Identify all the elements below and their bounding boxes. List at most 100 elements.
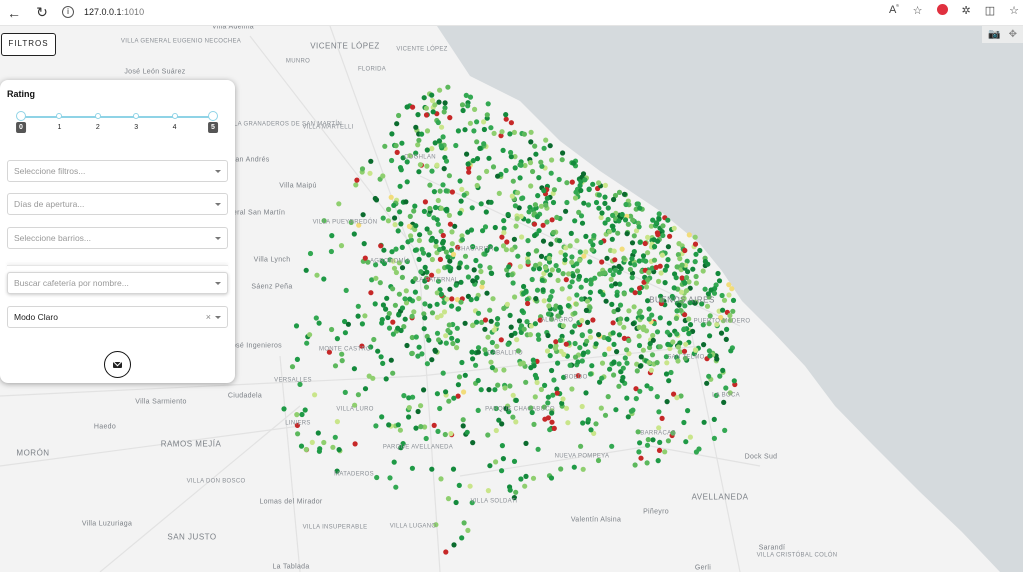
cafe-marker[interactable] [621,255,627,261]
cafe-marker[interactable] [547,427,553,433]
cafe-marker[interactable] [467,94,474,100]
cafe-marker[interactable] [657,315,663,321]
cafe-marker[interactable] [681,326,687,332]
cafe-marker[interactable] [513,489,519,495]
cafe-marker[interactable] [570,160,577,166]
cafe-marker[interactable] [692,241,699,247]
cafe-marker[interactable] [626,337,632,344]
cafe-marker[interactable] [585,417,592,423]
cafe-marker[interactable] [417,232,423,238]
cafe-marker[interactable] [445,84,451,90]
cafe-marker[interactable] [460,107,466,114]
cafe-marker[interactable] [402,316,408,322]
cafe-marker[interactable] [624,395,630,401]
cafe-marker[interactable] [496,190,502,196]
cafe-marker[interactable] [410,104,416,110]
cafe-marker[interactable] [434,301,440,307]
cafe-marker[interactable] [510,178,516,184]
cafe-marker[interactable] [281,406,287,412]
cafe-marker[interactable] [397,183,403,189]
cafe-marker[interactable] [557,304,563,310]
cafe-marker[interactable] [429,310,436,316]
cafe-marker[interactable] [565,420,571,426]
cafe-marker[interactable] [662,280,668,286]
cafe-marker[interactable] [431,189,437,195]
cafe-marker[interactable] [494,343,500,349]
cafe-marker[interactable] [456,306,462,312]
cafe-marker[interactable] [671,285,677,291]
cafe-marker[interactable] [701,342,707,348]
cafe-marker[interactable] [432,140,438,146]
cafe-marker[interactable] [638,354,644,360]
cafe-marker[interactable] [478,201,484,207]
cafe-marker[interactable] [513,223,519,229]
cafe-marker[interactable] [656,278,662,284]
cafe-marker[interactable] [303,267,309,273]
cafe-marker[interactable] [664,329,671,335]
cafe-marker[interactable] [465,229,471,235]
cafe-marker[interactable] [627,266,634,273]
cafe-marker[interactable] [485,488,491,494]
cafe-marker[interactable] [578,213,585,219]
cafe-marker[interactable] [289,364,296,370]
cafe-marker[interactable] [602,220,608,226]
cafe-marker[interactable] [612,267,619,273]
cafe-marker[interactable] [700,268,706,274]
cafe-marker[interactable] [579,220,586,226]
cafe-marker[interactable] [599,360,606,366]
cafe-marker[interactable] [361,241,367,247]
cafe-marker[interactable] [631,304,637,310]
cafe-marker[interactable] [549,367,555,374]
cafe-marker[interactable] [354,177,360,183]
cafe-marker[interactable] [519,308,525,314]
cafe-marker[interactable] [434,217,440,223]
adblock-icon[interactable] [936,4,948,15]
cafe-marker[interactable] [475,377,481,384]
cafe-marker[interactable] [507,131,513,137]
cafe-marker[interactable] [443,549,449,555]
cafe-marker[interactable] [586,186,592,192]
cafe-marker[interactable] [491,130,497,136]
cafe-marker[interactable] [451,395,457,401]
cafe-marker[interactable] [424,128,431,134]
cafe-marker[interactable] [483,209,489,215]
cafe-marker[interactable] [330,444,336,450]
cafe-marker[interactable] [440,370,446,376]
cafe-marker[interactable] [569,279,575,285]
cafe-marker[interactable] [624,347,630,353]
cafe-marker[interactable] [620,365,626,371]
cafe-marker[interactable] [545,311,552,317]
cafe-marker[interactable] [474,296,480,302]
cafe-marker[interactable] [534,214,541,220]
cafe-marker[interactable] [444,206,450,212]
cafe-marker[interactable] [655,458,661,464]
barrios-dropdown[interactable]: Seleccione barrios... [7,227,228,249]
cafe-marker[interactable] [607,366,613,372]
cafe-marker[interactable] [649,312,655,318]
cafe-marker[interactable] [416,344,422,350]
cafe-marker[interactable] [608,276,614,282]
cafe-marker[interactable] [665,217,671,223]
cafe-marker[interactable] [299,411,305,418]
cafe-marker[interactable] [610,320,616,326]
cafe-marker[interactable] [462,372,468,378]
cafe-marker[interactable] [543,137,549,143]
cafe-marker[interactable] [445,496,452,502]
cafe-marker[interactable] [480,279,486,286]
cafe-marker[interactable] [639,314,645,320]
cafe-marker[interactable] [690,266,696,272]
cafe-marker[interactable] [519,195,525,202]
cafe-marker[interactable] [434,162,440,168]
cafe-marker[interactable] [549,217,555,223]
cafe-marker[interactable] [459,102,466,108]
cafe-marker[interactable] [645,234,651,240]
cafe-marker[interactable] [511,294,518,300]
cafe-marker[interactable] [446,322,452,328]
cafe-marker[interactable] [731,378,737,384]
cafe-marker[interactable] [486,155,492,161]
cafe-marker[interactable] [392,222,398,228]
cafe-marker[interactable] [390,286,396,292]
cafe-marker[interactable] [398,327,404,334]
cafe-marker[interactable] [383,306,389,312]
cafe-marker[interactable] [510,392,516,398]
